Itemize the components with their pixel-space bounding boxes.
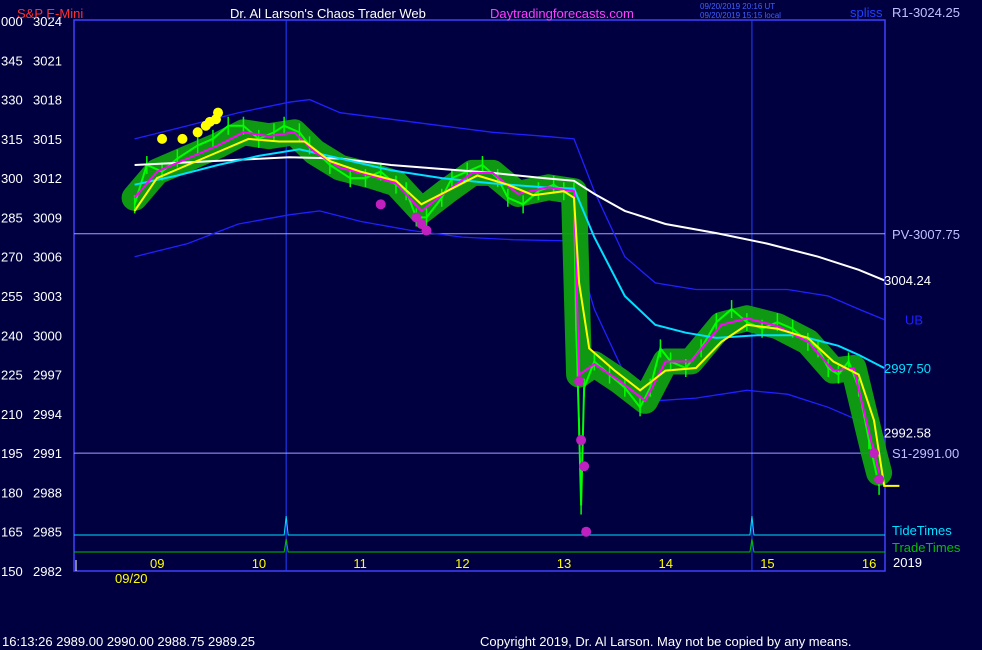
magenta-signal-dot [581, 526, 592, 537]
y-tick-price: 2991 [33, 446, 62, 461]
y-tick-left: 345 [1, 53, 23, 68]
magenta-signal-dot [421, 225, 432, 236]
trade-line [74, 538, 885, 553]
y-tick-price: 3018 [33, 93, 62, 108]
y-tick-price: 2985 [33, 525, 62, 540]
yellow-signal-dot [213, 107, 224, 118]
x-date-label: 09/20 [115, 571, 148, 586]
y-tick-left: 240 [1, 328, 23, 343]
y-tick-left: 225 [1, 368, 23, 383]
y-tick-price: 3003 [33, 289, 62, 304]
footer-quote: 16:13:26 2989.00 2990.00 2988.75 2989.25 [2, 634, 255, 649]
y-tick-left: 210 [1, 407, 23, 422]
y-tick-left: 150 [1, 564, 23, 579]
yellow-signal-dot [192, 127, 203, 138]
x-tick-label: 12 [455, 556, 469, 571]
end-value-label: UB [905, 313, 923, 328]
level-label: S1-2991.00 [892, 446, 959, 461]
timestamp-local: 09/20/2019 15:15 local [700, 11, 781, 20]
footer-copyright: Copyright 2019, Dr. Al Larson. May not b… [480, 634, 851, 649]
x-tick-label: 11 [353, 556, 367, 571]
magenta-signal-dot [574, 376, 585, 387]
y-tick-left: 300 [1, 171, 23, 186]
chart-title: Dr. Al Larson's Chaos Trader Web [230, 6, 426, 21]
trade-label: TradeTimes [892, 540, 961, 555]
tide-line [74, 515, 885, 536]
y-tick-price: 3021 [33, 53, 62, 68]
magenta-signal-dot [375, 199, 386, 210]
y-tick-price: 2982 [33, 564, 62, 579]
magenta-signal-dot [868, 448, 879, 459]
end-value-label: 3004.24 [884, 273, 931, 288]
yellow-signal-dot [157, 133, 168, 144]
end-value-label: 2992.58 [884, 425, 931, 440]
y-tick-price: 3000 [33, 328, 62, 343]
y-tick-price: 2988 [33, 485, 62, 500]
magenta-signal-dot [579, 461, 590, 472]
symbol-title: S&P E-Mini [17, 6, 83, 21]
y-tick-price: 3012 [33, 171, 62, 186]
x-tick-label: 15 [760, 556, 774, 571]
magenta-signal-dot [576, 435, 587, 446]
x-tick-label: 10 [252, 556, 266, 571]
timestamp-ut: 09/20/2019 20:16 UT [700, 2, 775, 11]
year-label: 2019 [893, 555, 922, 570]
yellow-signal-dot [177, 133, 188, 144]
y-tick-price: 3006 [33, 250, 62, 265]
y-tick-price: 2997 [33, 368, 62, 383]
site-link[interactable]: Daytradingforecasts.com [490, 6, 634, 21]
x-tick-label: 16 [862, 556, 876, 571]
y-tick-left: 270 [1, 250, 23, 265]
x-tick-label: 09 [150, 556, 164, 571]
y-tick-price: 3015 [33, 132, 62, 147]
level-label: PV-3007.75 [892, 227, 960, 242]
corner-label: spliss [850, 5, 883, 20]
y-tick-price: 2994 [33, 407, 62, 422]
y-tick-left: 180 [1, 485, 23, 500]
y-tick-left: 165 [1, 525, 23, 540]
y-tick-left: 315 [1, 132, 23, 147]
x-tick-label: 14 [659, 556, 673, 571]
end-value-label: 2997.50 [884, 361, 931, 376]
y-tick-price: 3009 [33, 210, 62, 225]
level-label: R1-3024.25 [892, 5, 960, 20]
y-tick-left: 330 [1, 93, 23, 108]
tide-label: TideTimes [892, 523, 952, 538]
magenta-signal-dot [874, 474, 885, 485]
chart-svg: 000 3024345 3021330 3018315 3015300 3012285 30… [1, 2, 961, 649]
plot-frame [73, 19, 886, 572]
y-tick-left: 285 [1, 210, 23, 225]
y-tick-left: 255 [1, 289, 23, 304]
y-tick-left: 195 [1, 446, 23, 461]
x-tick-label: 13 [557, 556, 571, 571]
